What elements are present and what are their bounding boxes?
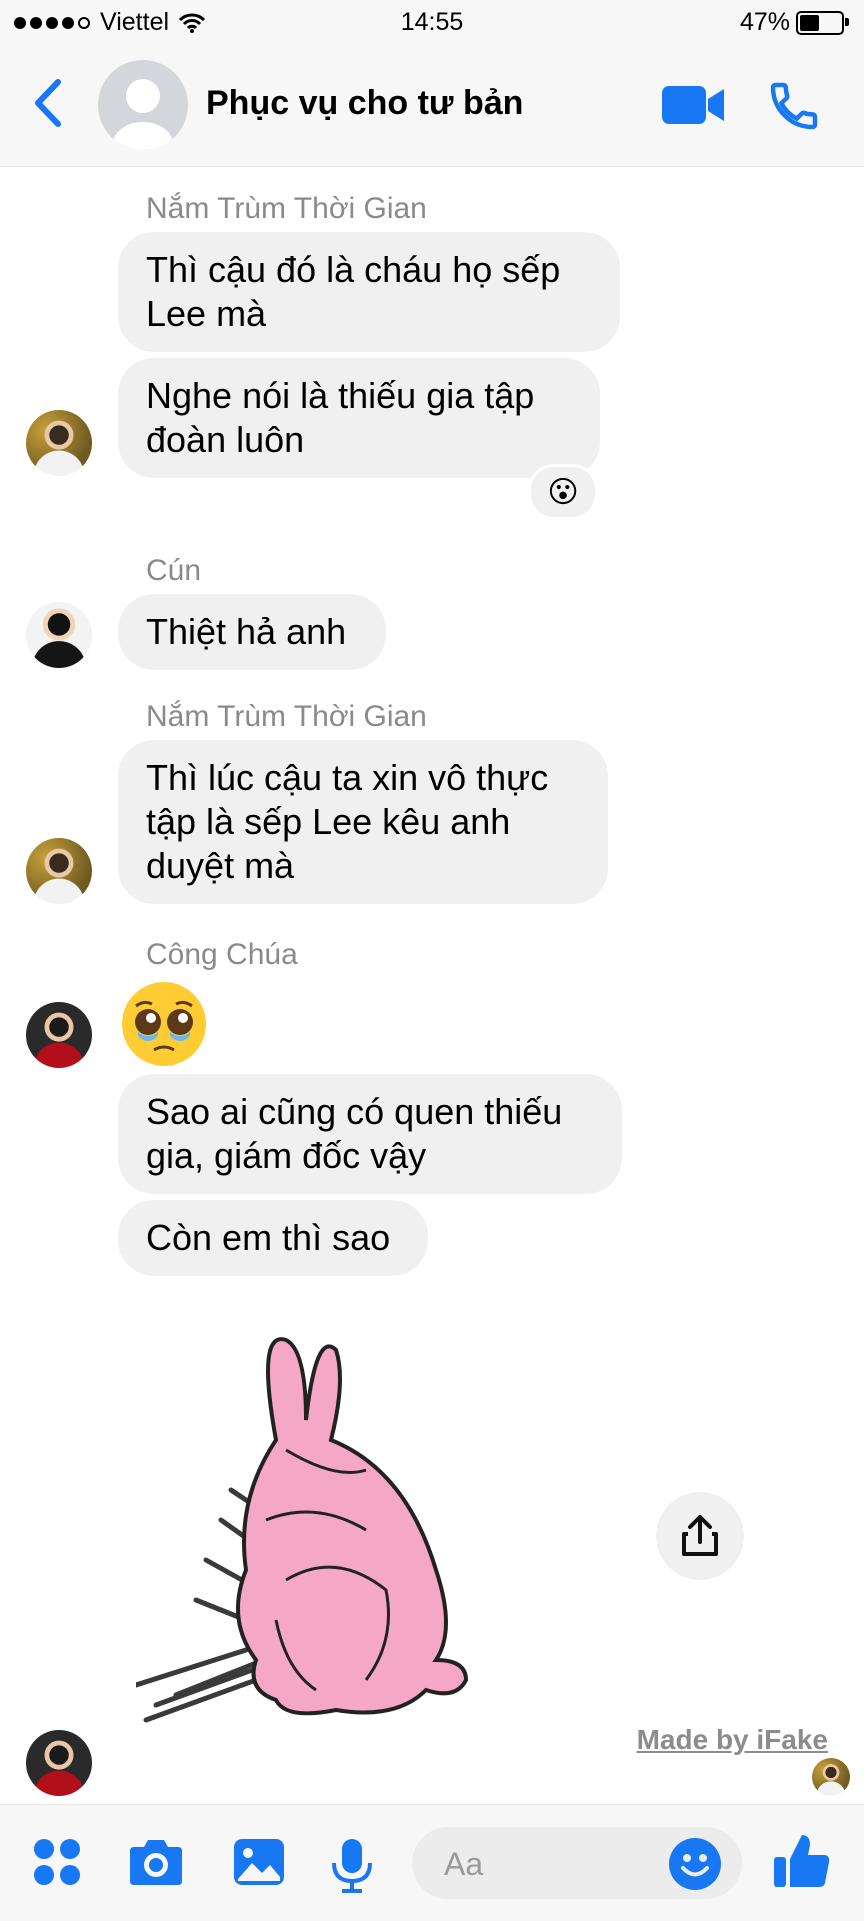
sender-name: Công Chúa — [146, 938, 298, 971]
photo-gallery-icon[interactable] — [232, 1837, 286, 1892]
message-composer[interactable] — [412, 1827, 742, 1899]
message-bubble[interactable]: Sao ai cũng có quen thiếu gia, giám đốc … — [118, 1074, 622, 1194]
phone-icon[interactable] — [766, 78, 822, 139]
avatar[interactable] — [26, 838, 92, 904]
surprised-reaction-icon: 😮 — [547, 475, 579, 509]
message-input[interactable] — [442, 1841, 646, 1887]
avatar[interactable] — [26, 1002, 92, 1068]
sender-name: Cún — [146, 554, 202, 587]
sender-name: Nắm Trùm Thời Gian — [146, 700, 427, 733]
battery-percent: 47% — [739, 8, 790, 36]
pleading-face-emoji[interactable] — [120, 980, 208, 1073]
avatar[interactable] — [26, 1730, 92, 1796]
thumbs-up-icon[interactable] — [772, 1831, 832, 1896]
message-bubble[interactable]: Thì lúc cậu ta xin vô thực tập là sếp Le… — [118, 740, 608, 904]
emoji-icon[interactable] — [668, 1837, 722, 1896]
pink-rabbit-sticker[interactable] — [133, 1320, 556, 1745]
camera-icon[interactable] — [126, 1837, 186, 1892]
seen-indicator-avatar — [812, 1758, 850, 1796]
avatar[interactable] — [26, 410, 92, 476]
clock: 14:55 — [400, 8, 464, 36]
avatar[interactable] — [26, 602, 92, 668]
conversation-header: Phục vụ cho tư bản — [0, 44, 864, 167]
group-avatar[interactable] — [98, 60, 188, 150]
chevron-left-icon[interactable] — [30, 78, 66, 133]
message-bubble[interactable]: Nghe nói là thiếu gia tập đoàn luôn — [118, 358, 600, 478]
message-bubble[interactable]: Còn em thì sao — [118, 1200, 428, 1276]
status-bar: Viettel 14:55 47% — [0, 0, 864, 44]
microphone-icon[interactable] — [330, 1837, 374, 1898]
message-bubble[interactable]: Thì cậu đó là cháu họ sếp Lee mà — [118, 232, 620, 352]
watermark: Made by iFake — [636, 1724, 828, 1755]
composer-bar — [0, 1804, 864, 1921]
share-icon — [682, 1515, 718, 1556]
conversation-title[interactable]: Phục vụ cho tư bản — [206, 84, 523, 123]
sender-name: Nắm Trùm Thời Gian — [146, 192, 427, 225]
reaction-badge[interactable]: 😮 — [528, 464, 598, 520]
share-button[interactable] — [656, 1492, 744, 1580]
video-camera-icon[interactable] — [660, 82, 726, 133]
message-bubble[interactable]: Thiệt hả anh — [118, 594, 386, 670]
apps-grid-icon[interactable] — [32, 1837, 82, 1892]
battery-icon — [796, 10, 849, 35]
